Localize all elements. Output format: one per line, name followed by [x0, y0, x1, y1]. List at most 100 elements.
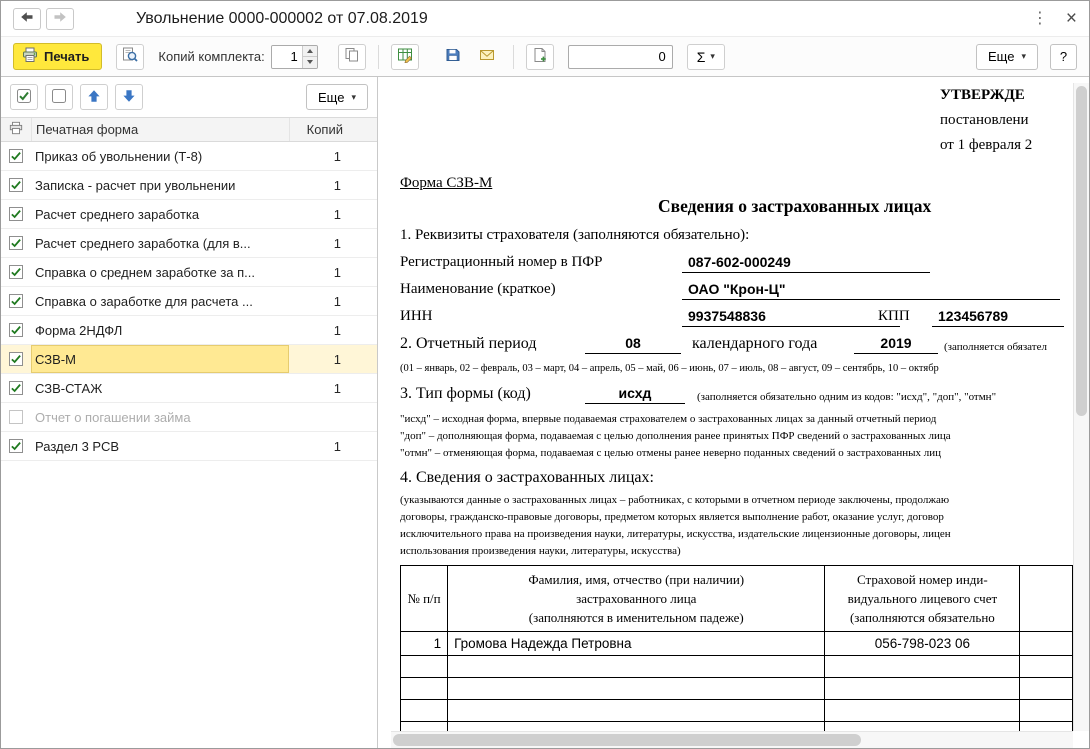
print-form-row[interactable]: Справка о заработке для расчета ...1 [1, 287, 377, 316]
print-form-copies[interactable]: 1 [289, 142, 377, 170]
spinner-up-button[interactable] [303, 46, 317, 57]
checkbox-checked-icon [9, 381, 23, 395]
print-form-row[interactable]: Форма 2НДФЛ1 [1, 316, 377, 345]
print-form-copies[interactable]: 1 [289, 374, 377, 402]
panel-more-button[interactable]: Еще ▾ [306, 84, 368, 110]
row-checkbox[interactable] [1, 345, 31, 373]
main-toolbar: Печать Копий комплекта: [1, 37, 1089, 77]
up-triangle-icon [307, 49, 313, 53]
print-form-row[interactable]: Записка - расчет при увольнении1 [1, 171, 377, 200]
move-up-button[interactable] [80, 84, 108, 110]
chevron-down-icon: ▾ [1021, 51, 1026, 62]
print-form-copies[interactable]: 1 [289, 229, 377, 257]
toolbar-more-button[interactable]: Еще ▾ [976, 44, 1038, 70]
doc-title: Сведения о застрахованных лицах [658, 196, 931, 217]
insured-table-row: 1Громова Надежда Петровна056-798-023 06 [401, 632, 1073, 656]
doc-section4-heading: 4. Сведения о застрахованных лицах: [400, 469, 654, 487]
spinner-down-button[interactable] [303, 56, 317, 68]
row-checkbox[interactable] [1, 142, 31, 170]
print-forms-list: Приказ об увольнении (Т-8)1Записка - рас… [1, 142, 377, 461]
print-form-row[interactable]: СЗВ-М1 [1, 345, 377, 374]
vertical-scrollbar-thumb[interactable] [1076, 86, 1087, 416]
edit-spreadsheet-button[interactable] [391, 44, 419, 70]
print-form-label[interactable]: СЗВ-М [31, 345, 289, 373]
row-checkbox[interactable] [1, 171, 31, 199]
print-form-label[interactable]: Раздел 3 РСВ [31, 432, 289, 460]
section2-note: (заполняется обязател [944, 341, 1047, 353]
print-form-copies[interactable] [289, 403, 377, 431]
row-checkbox[interactable] [1, 403, 31, 431]
close-icon[interactable]: × [1066, 9, 1077, 28]
print-form-label[interactable]: Расчет среднего заработка (для в... [31, 229, 289, 257]
row-number-cell [401, 722, 448, 732]
row-checkbox[interactable] [1, 374, 31, 402]
send-mail-button[interactable] [473, 44, 501, 70]
row-checkbox[interactable] [1, 432, 31, 460]
print-form-label[interactable]: СЗВ-СТАЖ [31, 374, 289, 402]
print-form-copies[interactable]: 1 [289, 200, 377, 228]
print-form-copies[interactable]: 1 [289, 345, 377, 373]
uncheck-all-button[interactable] [45, 84, 73, 110]
print-button[interactable]: Печать [13, 43, 102, 70]
move-down-button[interactable] [115, 84, 143, 110]
help-button[interactable]: ? [1050, 44, 1077, 70]
checkbox-empty-icon [9, 410, 23, 424]
print-form-row[interactable]: Справка о среднем заработке за п...1 [1, 258, 377, 287]
forward-button[interactable] [46, 8, 74, 30]
copies-count-input[interactable] [272, 46, 302, 68]
row-checkbox[interactable] [1, 229, 31, 257]
report-period-value: 08 [585, 332, 681, 354]
print-form-copies[interactable]: 1 [289, 171, 377, 199]
print-form-copies[interactable]: 1 [289, 287, 377, 315]
horizontal-scrollbar[interactable] [391, 731, 1073, 748]
checkbox-checked-icon [9, 294, 23, 308]
toolbar-separator [378, 45, 379, 69]
print-form-row[interactable]: Отчет о погашении займа [1, 403, 377, 432]
insert-page-button[interactable] [526, 44, 554, 70]
sum-sigma-button[interactable]: Σ ▾ [687, 44, 725, 70]
check-all-button[interactable] [10, 84, 38, 110]
envelope-icon [479, 47, 495, 66]
checkbox-checked-icon [9, 352, 23, 366]
doc-section2-heading: 2. Отчетный период [400, 335, 536, 353]
row-checkbox[interactable] [1, 200, 31, 228]
print-form-row[interactable]: Приказ об увольнении (Т-8)1 [1, 142, 377, 171]
extra-cell [1020, 700, 1073, 722]
row-checkbox[interactable] [1, 316, 31, 344]
print-form-label[interactable]: Справка о среднем заработке за п... [31, 258, 289, 286]
doc-section3-heading: 3. Тип формы (код) [400, 385, 531, 403]
print-form-label[interactable]: Форма 2НДФЛ [31, 316, 289, 344]
back-button[interactable] [13, 8, 41, 30]
print-form-label[interactable]: Справка о заработке для расчета ... [31, 287, 289, 315]
horizontal-scrollbar-thumb[interactable] [393, 734, 861, 746]
sum-field[interactable] [568, 45, 673, 69]
print-form-label[interactable]: Записка - расчет при увольнении [31, 171, 289, 199]
print-form-copies[interactable]: 1 [289, 432, 377, 460]
row-number-cell [401, 656, 448, 678]
row-checkbox[interactable] [1, 287, 31, 315]
section3-note: (заполняется обязательно одним из кодов:… [697, 391, 996, 403]
preview-button[interactable] [116, 44, 144, 70]
forward-arrow-icon [52, 9, 68, 28]
window-menu-icon[interactable]: ⋮ [1032, 11, 1048, 27]
vertical-scrollbar[interactable] [1073, 83, 1089, 731]
print-form-row[interactable]: Расчет среднего заработка (для в...1 [1, 229, 377, 258]
print-form-label[interactable]: Расчет среднего заработка [31, 200, 289, 228]
print-form-label[interactable]: Приказ об увольнении (Т-8) [31, 142, 289, 170]
print-form-row[interactable]: СЗВ-СТАЖ1 [1, 374, 377, 403]
print-form-row[interactable]: Раздел 3 РСВ1 [1, 432, 377, 461]
insured-snils-cell [825, 656, 1020, 678]
print-form-row[interactable]: Расчет среднего заработка1 [1, 200, 377, 229]
org-name-label: Наименование (краткое) [400, 281, 556, 298]
document-preview[interactable]: УТВЕРЖДЕ постановлени от 1 февраля 2 Фор… [392, 83, 1073, 731]
row-checkbox[interactable] [1, 258, 31, 286]
print-form-copies[interactable]: 1 [289, 258, 377, 286]
print-form-label[interactable]: Отчет о погашении займа [31, 403, 289, 431]
checkbox-checked-icon [9, 149, 23, 163]
section4-note-3: исключительного права на произведения на… [400, 528, 951, 540]
copies-pages-icon [344, 47, 360, 66]
save-button[interactable] [439, 44, 467, 70]
insured-name-cell [448, 700, 825, 722]
copies-per-page-button[interactable] [338, 44, 366, 70]
print-form-copies[interactable]: 1 [289, 316, 377, 344]
